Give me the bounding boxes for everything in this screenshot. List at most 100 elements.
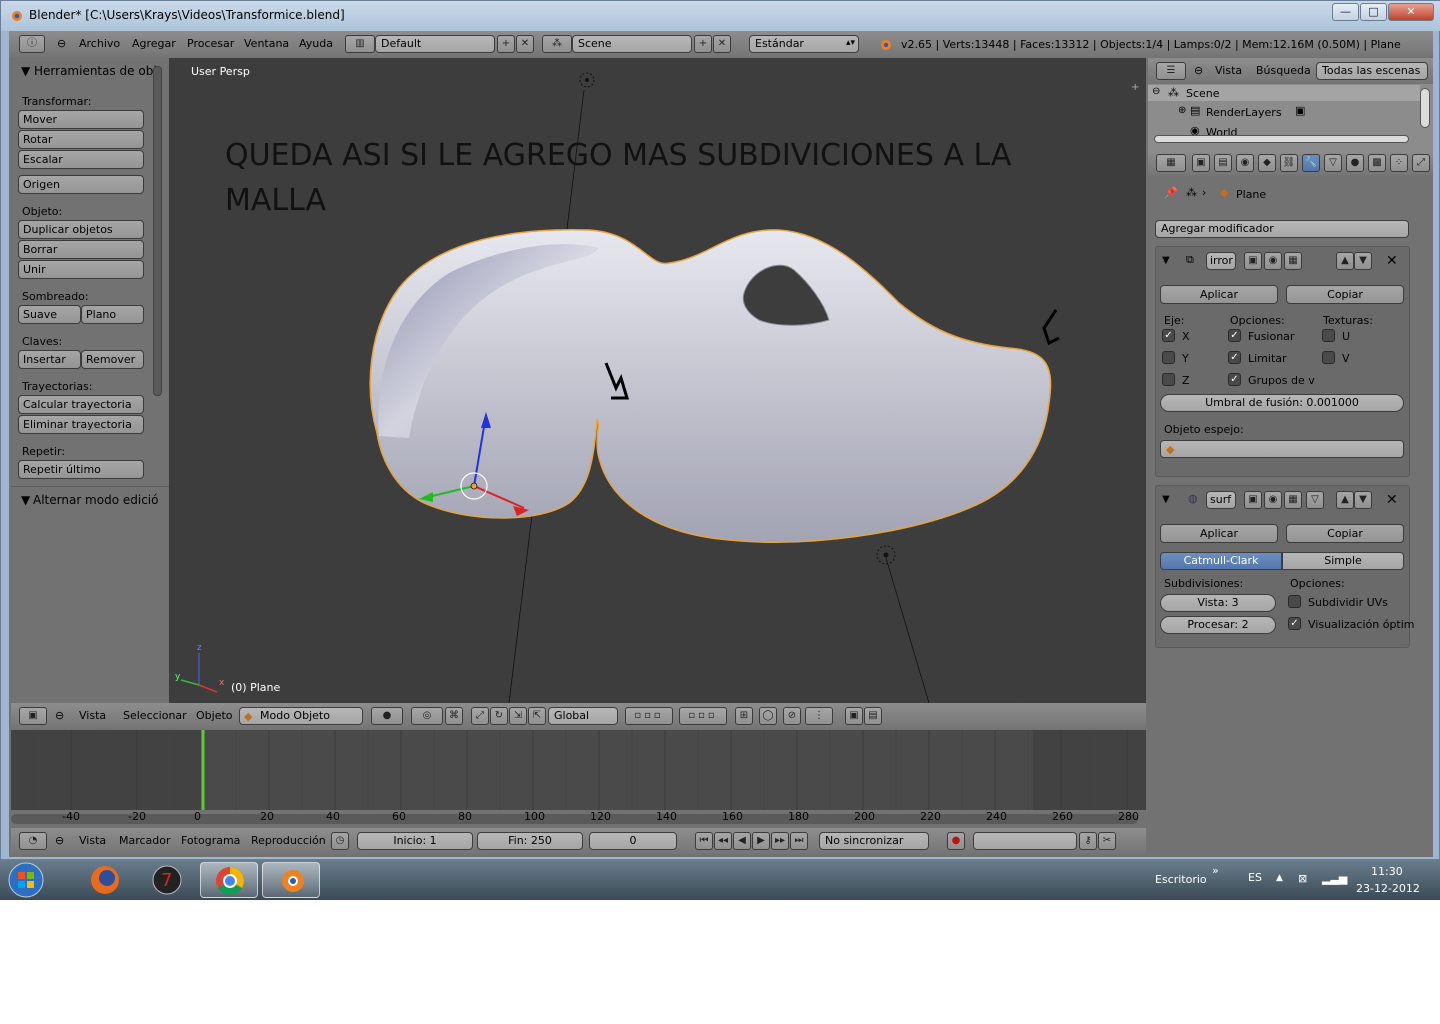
delete-keyframe-icon[interactable]: ✂ <box>1098 832 1116 850</box>
escalar-button[interactable]: Escalar <box>18 150 144 169</box>
collapse-menu-icon[interactable]: ⊖ <box>55 834 64 847</box>
mover-button[interactable]: Mover <box>18 110 144 129</box>
mirror-object-field[interactable] <box>1160 440 1404 458</box>
properties-toggle-icon[interactable]: + <box>1131 82 1139 93</box>
add-screen-icon[interactable]: + <box>497 35 515 53</box>
eye-icon[interactable]: ◉ <box>1264 252 1282 270</box>
material-tab-icon[interactable]: ● <box>1346 154 1364 172</box>
screen-layout-field[interactable]: Default <box>375 35 495 53</box>
insertar-button[interactable]: Insertar <box>18 350 81 369</box>
subdivide-uvs-checkbox[interactable] <box>1288 595 1301 608</box>
outliner-scrollbar[interactable] <box>1420 88 1430 128</box>
axis-y-checkbox[interactable] <box>1162 351 1175 364</box>
remove-screen-icon[interactable]: ✕ <box>516 35 534 53</box>
taskbar-app-7[interactable]: 7 <box>138 862 196 898</box>
menu-ventana[interactable]: Ventana <box>244 37 289 50</box>
add-modifier-select[interactable]: Agregar modificador <box>1155 220 1409 238</box>
particles-tab-icon[interactable]: ⁘ <box>1390 154 1408 172</box>
menu-objeto[interactable]: Objeto <box>196 709 233 722</box>
close-button[interactable]: ✕ <box>1388 3 1434 21</box>
simple-tab[interactable]: Simple <box>1282 552 1404 570</box>
layers-grid-icon[interactable]: ▫▫▫ <box>625 707 673 725</box>
outliner-hscrollbar[interactable] <box>1154 135 1409 143</box>
layers-grid-icon[interactable]: ▫▫▫ <box>679 707 727 725</box>
outliner-item-renderlayers[interactable]: RenderLayers <box>1206 106 1282 119</box>
optimal-display-checkbox[interactable]: ✓ <box>1288 617 1301 630</box>
jump-start-icon[interactable]: ⏮ <box>695 832 713 850</box>
minimize-button[interactable]: — <box>1332 3 1359 21</box>
move-down-icon[interactable]: ▼ <box>1354 491 1372 509</box>
end-frame-field[interactable]: Fin: 250 <box>477 832 583 850</box>
modifiers-tab-icon[interactable]: 🔧 <box>1302 154 1320 172</box>
rotate-manipulator-icon[interactable]: ↻ <box>490 707 508 725</box>
outliner-item-scene[interactable]: Scene <box>1186 87 1220 100</box>
subsurf-apply-button[interactable]: Aplicar <box>1160 524 1278 543</box>
collapse-menu-icon[interactable]: ⊖ <box>57 37 66 50</box>
mirror-name-field[interactable]: irror <box>1206 252 1236 270</box>
world-tab-icon[interactable]: ◉ <box>1236 154 1254 172</box>
texture-tab-icon[interactable]: ▩ <box>1368 154 1386 172</box>
editmode-toggle-icon[interactable]: ▦ <box>1284 252 1302 270</box>
texture-u-checkbox[interactable] <box>1322 329 1335 342</box>
desktop-toolbar-label[interactable]: Escritorio <box>1155 873 1207 886</box>
render-levels-field[interactable]: Procesar: 2 <box>1160 616 1276 634</box>
view-levels-field[interactable]: Vista: 3 <box>1160 594 1276 612</box>
clock-date[interactable]: 23-12-2012 <box>1356 882 1420 895</box>
object-tab-icon[interactable]: ◆ <box>1258 154 1276 172</box>
clipping-checkbox[interactable]: ✓ <box>1228 351 1241 364</box>
axis-z-checkbox[interactable] <box>1162 373 1175 386</box>
cage-toggle-icon[interactable]: ▽ <box>1306 491 1324 509</box>
move-down-icon[interactable]: ▼ <box>1354 252 1372 270</box>
menu-vista[interactable]: Vista <box>79 834 106 847</box>
windows-start-icon[interactable] <box>6 861 46 899</box>
remove-scene-icon[interactable]: ✕ <box>713 35 731 53</box>
collapse-arrow-icon[interactable]: ▼ <box>1162 494 1170 505</box>
unir-button[interactable]: Unir <box>18 260 144 279</box>
data-tab-icon[interactable]: ▽ <box>1324 154 1342 172</box>
duplicar-objetos-button[interactable]: Duplicar objetos <box>18 220 144 239</box>
editor-type-icon[interactable]: ◔ <box>19 832 47 850</box>
menu-vista[interactable]: Vista <box>79 709 106 722</box>
network-warning-icon[interactable]: ⊠ <box>1298 872 1307 885</box>
menu-fotograma[interactable]: Fotograma <box>181 834 240 847</box>
jump-end-icon[interactable]: ⏭ <box>790 832 808 850</box>
menu-agregar[interactable]: Agregar <box>132 37 176 50</box>
remover-button[interactable]: Remover <box>81 350 144 369</box>
origen-button[interactable]: Origen <box>18 175 144 194</box>
move-up-icon[interactable]: ▲ <box>1336 252 1354 270</box>
menu-reproduccion[interactable]: Reproducción <box>251 834 326 847</box>
play-reverse-icon[interactable]: ◀ <box>733 832 751 850</box>
plano-button[interactable]: Plano <box>81 305 144 324</box>
outliner-editor-icon[interactable]: ☰ <box>1156 62 1186 80</box>
merge-limit-field[interactable]: Umbral de fusión: 0.001000 <box>1160 394 1404 412</box>
menu-busqueda[interactable]: Búsqueda <box>1256 64 1311 77</box>
taskbar-firefox[interactable] <box>76 862 134 898</box>
eliminar-trayectoria-button[interactable]: Eliminar trayectoria <box>18 415 144 434</box>
language-indicator[interactable]: ES <box>1248 871 1262 884</box>
record-icon[interactable]: ● <box>947 832 965 850</box>
sync-select[interactable]: No sincronizar <box>819 832 929 850</box>
panel-expand-icon[interactable]: ▼ <box>21 493 30 507</box>
insert-keyframe-icon[interactable]: ⚷ <box>1079 832 1097 850</box>
chevron-icon[interactable]: » <box>1212 864 1219 877</box>
snap-element-icon[interactable]: ⋮ <box>805 707 833 725</box>
timeline-area[interactable]: -40 -20 0 20 40 60 80 100 120 140 160 180 200 220 240 2… <box>11 730 1146 828</box>
taskbar-chrome[interactable] <box>200 862 258 898</box>
render-still-icon[interactable]: ▣ <box>845 707 863 725</box>
keying-set-field[interactable] <box>973 832 1077 850</box>
render-tab-icon[interactable]: ▣ <box>1192 154 1210 172</box>
menu-seleccionar[interactable]: Seleccionar <box>123 709 187 722</box>
pivot-select-icon[interactable]: ◎ <box>411 707 443 725</box>
move-up-icon[interactable]: ▲ <box>1336 491 1354 509</box>
collapse-icon[interactable]: ⊖ <box>1152 86 1160 97</box>
render-animation-icon[interactable]: ▤ <box>864 707 882 725</box>
lamp-icon[interactable] <box>579 72 595 88</box>
shading-select-icon[interactable]: ● <box>371 707 403 725</box>
clock-time[interactable]: 11:30 <box>1371 865 1403 878</box>
properties-editor-icon[interactable]: ▦ <box>1156 154 1186 172</box>
expand-icon[interactable]: ⊕ <box>1178 105 1186 116</box>
physics-tab-icon[interactable]: ⤢ <box>1412 154 1430 172</box>
mode-select[interactable]: Modo Objeto <box>239 707 363 725</box>
borrar-button[interactable]: Borrar <box>18 240 144 259</box>
close-icon[interactable]: ✕ <box>1386 492 1398 508</box>
